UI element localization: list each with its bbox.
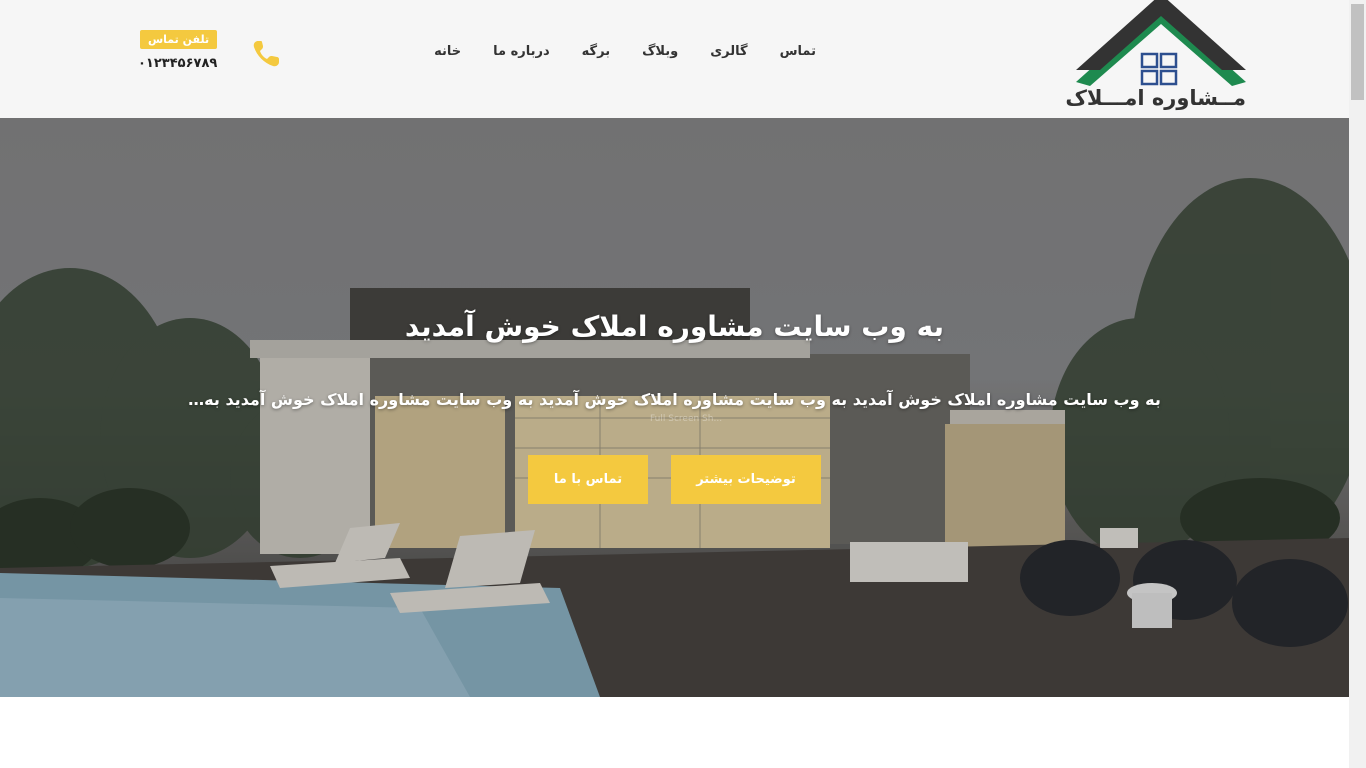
hero-subtitle: به وب سایت مشاوره املاک خوش آمدید به وب … (188, 390, 1161, 409)
hero-watermark: Full Screen Sh... (650, 414, 723, 424)
main-nav: خانه درباره ما برگه وبلاگ گالری تماس (402, 44, 816, 59)
nav-item-page[interactable]: برگه (582, 44, 610, 59)
site-logo[interactable]: مــشاوره امـــلاک (1065, 0, 1250, 118)
more-info-button[interactable]: توضیحات بیشتر (671, 455, 821, 504)
nav-item-gallery[interactable]: گالری (710, 44, 747, 59)
hero-title: به وب سایت مشاوره املاک خوش آمدید (404, 310, 945, 343)
phone-icon[interactable] (250, 38, 282, 70)
hero-section: به وب سایت مشاوره املاک خوش آمدید به وب … (0, 118, 1349, 697)
scrollbar-thumb[interactable] (1351, 4, 1364, 100)
nav-item-about[interactable]: درباره ما (493, 44, 550, 59)
page-scrollbar[interactable] (1349, 0, 1366, 768)
logo-text: مــشاوره امـــلاک (1065, 86, 1246, 110)
house-logo-icon (1076, 0, 1246, 86)
nav-item-home[interactable]: خانه (434, 44, 461, 59)
phone-number[interactable]: ۰۱۲۳۴۵۶۷۸۹ (138, 56, 217, 71)
nav-item-contact[interactable]: تماس (780, 44, 816, 59)
contact-us-button[interactable]: تماس با ما (528, 455, 648, 504)
site-header: مــشاوره امـــلاک خانه درباره ما برگه وب… (0, 0, 1349, 118)
nav-item-blog[interactable]: وبلاگ (642, 44, 678, 59)
phone-badge: تلفن تماس (140, 30, 218, 49)
